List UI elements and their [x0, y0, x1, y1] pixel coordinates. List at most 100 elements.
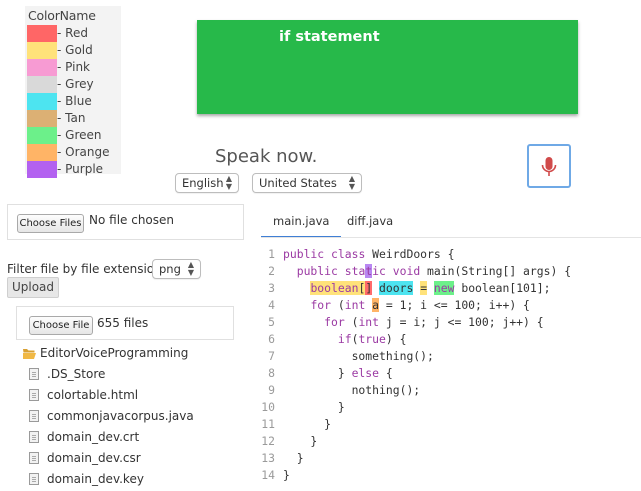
code-line: 12 } [254, 433, 317, 450]
code-line: 8 } else { [254, 365, 393, 382]
code-token: public [283, 264, 345, 278]
code-token: sta [344, 264, 366, 278]
choose-file-button[interactable]: Choose File [29, 316, 93, 335]
microphone-icon [541, 157, 557, 176]
code-token: } [283, 434, 318, 448]
legend-swatch [27, 93, 57, 110]
highlight-blue: doors [379, 281, 414, 295]
line-number: 14 [261, 468, 275, 482]
language-select[interactable]: English ▲ ▼ [175, 173, 239, 193]
code-line: 10 } [254, 399, 344, 416]
extension-select-value: png [159, 262, 181, 276]
code-line: 11 } [254, 416, 331, 433]
code-token: ) { [385, 332, 407, 346]
tab-main-java[interactable]: main.java [261, 206, 342, 238]
legend-label: - Pink [57, 60, 91, 74]
code-token: { [379, 366, 393, 380]
file-name: domain_dev.key [47, 472, 144, 486]
legend-label: - Grey [57, 77, 94, 91]
tab-diff-java[interactable]: diff.java [335, 206, 405, 238]
legend-swatch [27, 127, 57, 144]
legend-swatch [27, 110, 57, 127]
command-banner: if statement [197, 20, 578, 114]
microphone-button[interactable] [527, 144, 571, 188]
line-number: 1 [268, 247, 275, 261]
file-chooser-status: No file chosen [89, 213, 175, 227]
code-line: 6 if(true) { [254, 331, 406, 348]
code-editor[interactable]: 1 public class WeirdDoors { 2 public stat… [254, 246, 641, 486]
folder-chooser-status: 655 files [97, 316, 149, 330]
code-token: else [351, 366, 380, 380]
extension-select[interactable]: png ▲ ▼ [152, 259, 201, 279]
legend-label: - Gold [57, 43, 93, 57]
code-line: 2 public static void main(String[] args)… [254, 263, 571, 280]
line-number: 4 [268, 298, 275, 312]
legend-swatch [27, 42, 57, 59]
language-select-value: English [182, 176, 224, 190]
code-token: ( [344, 315, 359, 329]
code-token: ( [331, 298, 345, 312]
code-line: 7 something(); [254, 348, 434, 365]
folder-name: EditorVoiceProgramming [40, 346, 189, 360]
dialect-select-value: United States [259, 176, 337, 190]
select-arrows-icon: ▲ ▼ [225, 174, 232, 191]
legend-label: - Red [57, 26, 88, 40]
legend-label: - Green [57, 128, 102, 142]
line-number: 2 [268, 264, 275, 278]
line-number: 6 [268, 332, 275, 346]
legend-swatch [27, 76, 57, 93]
code-token: = 1; i <= 100; i++) { [379, 298, 530, 312]
code-line: 5 for (int j = i; j <= 100; j++) { [254, 314, 544, 331]
line-number: 7 [268, 349, 275, 363]
code-token: true [358, 332, 386, 346]
code-token: nothing(); [283, 383, 421, 397]
select-arrows-icon: ▲ ▼ [187, 260, 194, 277]
legend-swatch [27, 25, 57, 42]
code-line: 9 nothing(); [254, 382, 420, 399]
code-token: void [392, 264, 428, 278]
legend-label: - Tan [57, 111, 86, 125]
code-token: WeirdDoors { [372, 247, 455, 261]
code-token: } [283, 366, 352, 380]
code-line: 14} [254, 467, 290, 484]
code-token: int [358, 315, 380, 329]
code-token: } [283, 468, 290, 482]
code-line: 1 public class WeirdDoors { [254, 246, 454, 263]
choose-files-button[interactable]: Choose Files [17, 214, 84, 233]
tab-divider [261, 237, 641, 238]
file-icon [29, 410, 39, 422]
folder-chooser-panel: Choose File 655 files [16, 306, 234, 340]
code-token: boolean[101]; [454, 281, 551, 295]
dialect-select[interactable]: United States ▲ ▼ [252, 173, 362, 193]
code-token: ic [372, 264, 393, 278]
line-number: 12 [261, 434, 275, 448]
file-icon [29, 368, 39, 380]
code-token: something(); [283, 349, 434, 363]
upload-button[interactable]: Upload [7, 277, 59, 298]
code-token: for [310, 298, 332, 312]
highlight-orange: a [372, 298, 380, 312]
line-number: 10 [261, 400, 275, 414]
code-token: j = i; j <= 100; j++) { [379, 315, 544, 329]
line-number: 5 [268, 315, 275, 329]
legend-label: - Orange [57, 145, 110, 159]
select-arrows-icon: ▲ ▼ [348, 174, 355, 191]
legend-swatch [27, 161, 57, 178]
legend-label: - Blue [57, 94, 92, 108]
legend-swatch [27, 144, 57, 161]
code-line: 3 boolean[] doors = new boolean[101]; [254, 280, 551, 297]
file-name: .DS_Store [47, 367, 106, 381]
highlight-green: new [433, 281, 455, 295]
code-token: for [324, 315, 345, 329]
code-token: } [283, 451, 304, 465]
code-token: class [331, 247, 373, 261]
code-token: } [283, 417, 332, 431]
line-number: 3 [268, 281, 275, 295]
line-number: 8 [268, 366, 275, 380]
legend-label: - Purple [57, 162, 104, 176]
line-number: 13 [261, 451, 275, 465]
